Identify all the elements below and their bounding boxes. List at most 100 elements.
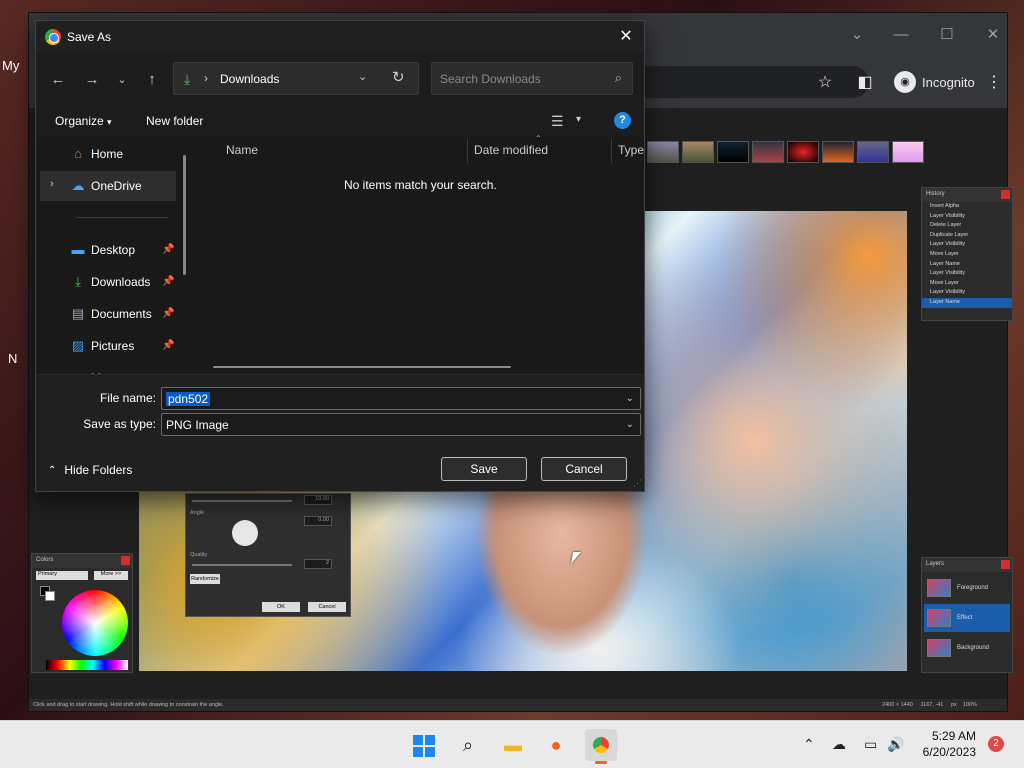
refresh-icon[interactable]: ↻: [392, 68, 405, 86]
unit-select[interactable]: px: [951, 702, 957, 708]
column-header-date-modified[interactable]: Date modified: [474, 143, 548, 157]
address-bar[interactable]: ⤓ › Downloads ⌄ ↻: [173, 62, 419, 95]
randomize-button[interactable]: Randomize: [190, 574, 220, 584]
history-item[interactable]: Duplicate Layer: [922, 231, 1012, 241]
history-item[interactable]: Move Layer: [922, 279, 1012, 289]
side-panel-icon[interactable]: ◧: [855, 73, 875, 93]
color-wheel[interactable]: [62, 590, 128, 656]
layer-row[interactable]: Effect: [924, 604, 1010, 632]
effect-value-3[interactable]: 2: [304, 559, 332, 569]
chevron-down-icon[interactable]: ▾: [576, 114, 581, 125]
nav-scrollbar[interactable]: [183, 155, 186, 275]
column-header-type[interactable]: Type: [618, 143, 644, 157]
pin-icon[interactable]: 📌: [162, 276, 174, 287]
chevron-down-icon[interactable]: ⌄: [626, 419, 634, 430]
history-item[interactable]: Layer Visibility: [922, 212, 1012, 222]
forward-arrow-icon[interactable]: →: [80, 68, 104, 92]
address-dropdown-icon[interactable]: ⌄: [358, 70, 367, 83]
clock[interactable]: 5:29 AM 6/20/2023: [914, 728, 976, 760]
thumbnail[interactable]: [822, 141, 854, 163]
up-arrow-icon[interactable]: ↑: [140, 68, 164, 92]
effect-value-2[interactable]: 0.00: [304, 516, 332, 526]
cancel-button[interactable]: Cancel: [541, 457, 627, 481]
nav-item-downloads[interactable]: ⤓ Downloads 📌: [40, 267, 176, 297]
file-explorer-icon[interactable]: ▬: [497, 729, 529, 761]
panel-close-icon[interactable]: [1001, 190, 1010, 199]
effect-slider[interactable]: [192, 500, 292, 502]
close-icon[interactable]: ✕: [614, 25, 638, 49]
hide-folders-button[interactable]: ⌃ Hide Folders: [48, 463, 132, 477]
nav-item-music[interactable]: ● Mu: [40, 363, 176, 374]
history-item[interactable]: Layer Visibility: [922, 240, 1012, 250]
nav-item-documents[interactable]: ▤ Documents 📌: [40, 299, 176, 329]
zoom-level[interactable]: 100%: [963, 702, 977, 708]
search-input[interactable]: [440, 70, 600, 88]
more-colors-button[interactable]: More >>: [94, 571, 128, 580]
new-folder-button[interactable]: New folder: [146, 114, 203, 128]
panel-close-icon[interactable]: [121, 556, 130, 565]
thumbnail[interactable]: [857, 141, 889, 163]
secondary-color-swatch[interactable]: [45, 591, 55, 601]
column-separator[interactable]: [611, 139, 612, 163]
history-item[interactable]: Layer Visibility: [922, 269, 1012, 279]
primary-select[interactable]: Primary: [36, 571, 88, 580]
breadcrumb-separator-icon[interactable]: ›: [204, 71, 208, 85]
save-type-select[interactable]: PNG Image ⌄: [161, 413, 641, 436]
resize-grip-icon[interactable]: ⋰: [633, 478, 642, 489]
color-palette[interactable]: [46, 660, 128, 670]
history-item[interactable]: Layer Name: [922, 260, 1012, 270]
history-item[interactable]: Delete Layer: [922, 221, 1012, 231]
search-icon[interactable]: ⌕: [615, 70, 622, 86]
nav-item-home[interactable]: ⌂ Home: [40, 139, 176, 169]
effect-ok-button[interactable]: OK: [262, 602, 300, 612]
incognito-badge[interactable]: ◉ Incognito: [884, 67, 985, 97]
pin-icon[interactable]: 📌: [162, 340, 174, 351]
history-item[interactable]: Layer Name: [922, 297, 1012, 308]
start-button[interactable]: [413, 735, 435, 757]
history-item[interactable]: Layer Visibility: [922, 288, 1012, 298]
pin-icon[interactable]: 📌: [162, 244, 174, 255]
view-options-icon[interactable]: ☰: [551, 113, 564, 130]
horizontal-scrollbar[interactable]: [213, 366, 511, 368]
thumbnail[interactable]: [787, 141, 819, 163]
expand-chevron-icon[interactable]: ›: [50, 178, 54, 190]
history-item[interactable]: Move Layer: [922, 250, 1012, 260]
history-item[interactable]: Invert Alpha: [922, 202, 1012, 212]
layer-row[interactable]: Background: [924, 634, 1010, 662]
chevron-down-icon[interactable]: ⌄: [626, 393, 634, 404]
chrome-taskbar-icon[interactable]: [585, 729, 617, 761]
tab-search-icon[interactable]: ⌄: [847, 25, 867, 45]
menu-kebab-icon[interactable]: ⋮: [984, 73, 1004, 93]
close-icon[interactable]: ✕: [983, 25, 1003, 45]
maximize-icon[interactable]: ☐: [937, 25, 957, 45]
notification-badge[interactable]: 2: [988, 736, 1004, 752]
angle-dial[interactable]: [232, 520, 258, 546]
thumbnail[interactable]: [752, 141, 784, 163]
file-name-field[interactable]: pdn502 ⌄: [161, 387, 641, 410]
file-name-value[interactable]: pdn502: [166, 392, 211, 406]
bookmark-star-icon[interactable]: ☆: [815, 73, 835, 93]
volume-icon[interactable]: 🔊: [887, 736, 904, 753]
thumbnail[interactable]: [647, 141, 679, 163]
effect-cancel-button[interactable]: Cancel: [308, 602, 346, 612]
help-icon[interactable]: ?: [614, 112, 631, 129]
effect-value-1[interactable]: 10.00: [304, 495, 332, 505]
column-separator[interactable]: [467, 139, 468, 163]
pin-icon[interactable]: 📌: [162, 308, 174, 319]
quality-slider[interactable]: [192, 564, 292, 566]
nav-item-onedrive[interactable]: › ☁ OneDrive: [40, 171, 176, 201]
back-arrow-icon[interactable]: ←: [46, 68, 70, 92]
search-icon[interactable]: ⌕: [452, 729, 484, 761]
organize-button[interactable]: Organize ▾: [55, 114, 112, 128]
column-header-name[interactable]: Name: [226, 143, 258, 157]
thumbnail[interactable]: [682, 141, 714, 163]
panel-close-icon[interactable]: [1001, 560, 1010, 569]
thumbnail[interactable]: [717, 141, 749, 163]
layer-row[interactable]: Foreground: [924, 574, 1010, 602]
thumbnail[interactable]: [892, 141, 924, 163]
minimize-icon[interactable]: —: [891, 25, 911, 45]
firefox-icon[interactable]: ●: [540, 729, 572, 761]
nav-item-pictures[interactable]: ▨ Pictures 📌: [40, 331, 176, 361]
network-icon[interactable]: ▭: [864, 736, 877, 753]
breadcrumb-downloads[interactable]: Downloads: [220, 72, 279, 86]
